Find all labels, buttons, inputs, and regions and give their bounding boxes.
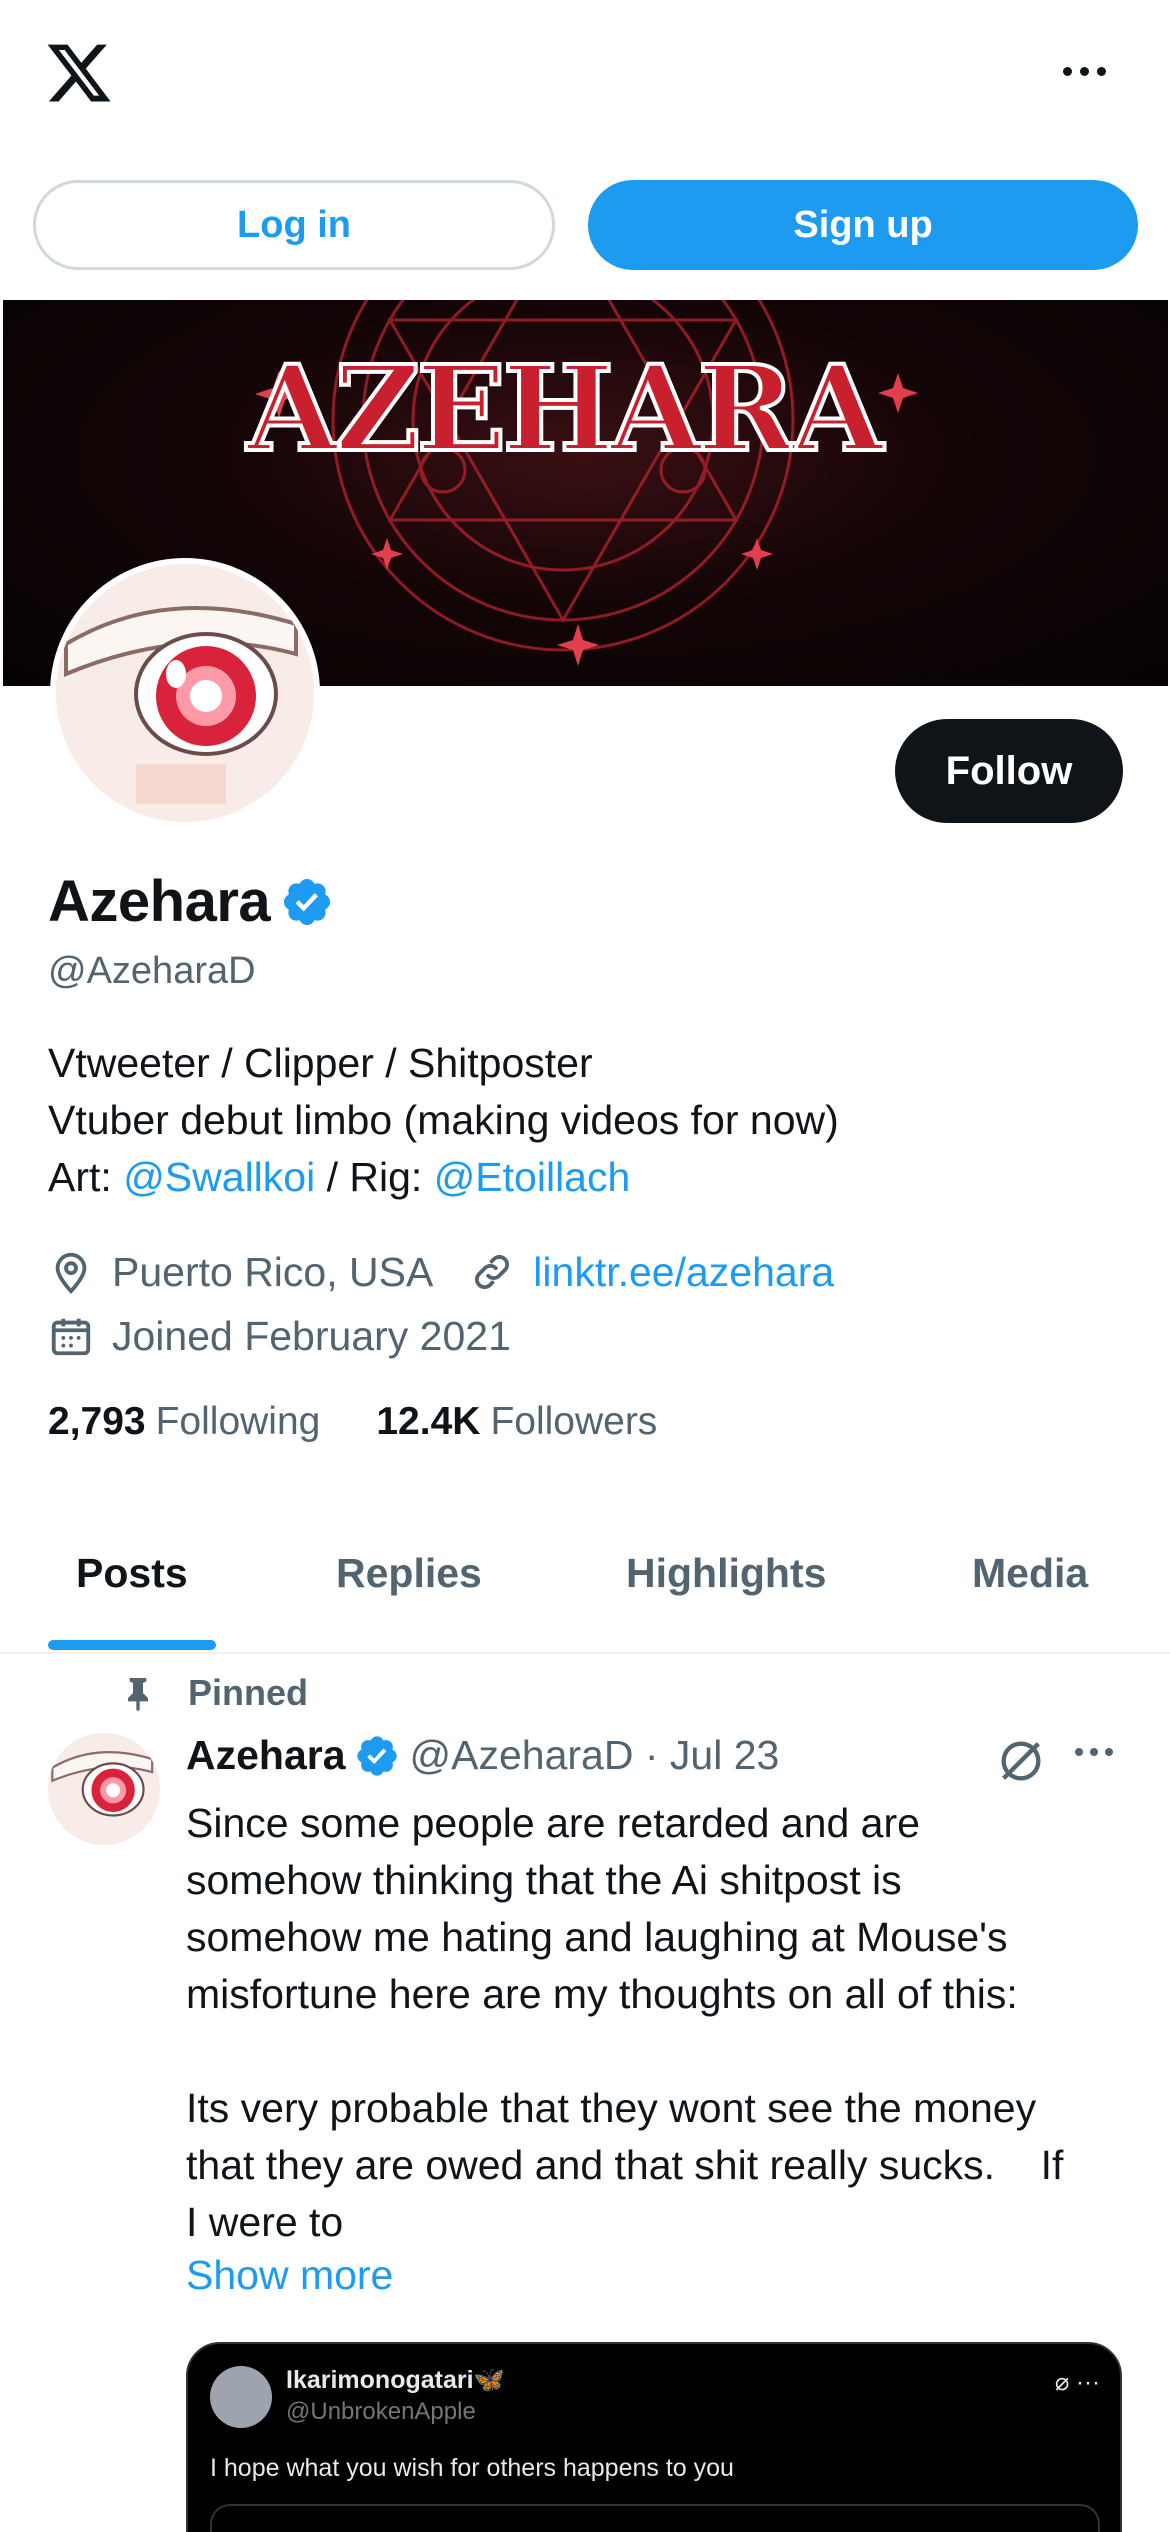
profile-handle: @AzeharaD: [48, 950, 256, 992]
followers-count: 12.4K: [376, 1400, 481, 1443]
top-bar: [0, 0, 1170, 150]
following-label: Following: [155, 1400, 321, 1443]
post-avatar-art: [48, 1733, 160, 1845]
following-stat[interactable]: 2,793 Following: [48, 1400, 320, 1444]
quoted-post[interactable]: Ikarimonogatari🦋 @UnbrokenApple ⌀ ··· I …: [186, 2342, 1122, 2532]
pinned-label: Pinned: [188, 1672, 309, 1713]
profile-meta: Puerto Rico, USA linktr.ee/azehara Joine…: [48, 1240, 834, 1368]
active-tab-indicator: [48, 1640, 216, 1650]
profile-bio: Vtweeter / Clipper / Shitposter Vtuber d…: [48, 1035, 839, 1206]
art-mention-link[interactable]: @Swallkoi: [123, 1154, 315, 1200]
signup-button[interactable]: Sign up: [588, 180, 1138, 270]
profile-name-row: Azehara: [48, 868, 334, 935]
tab-media[interactable]: Media: [972, 1550, 1088, 1597]
pin-icon: [128, 1678, 148, 1712]
website-link[interactable]: linktr.ee/azehara: [533, 1249, 834, 1296]
calendar-icon: [51, 1318, 91, 1356]
bio-line: Art: @Swallkoi / Rig: @Etoillach: [48, 1149, 839, 1206]
quote-inner-card: [210, 2504, 1100, 2532]
quote-author-handle: @UnbrokenApple: [286, 2398, 476, 2425]
show-more-link[interactable]: Show more: [186, 2252, 393, 2299]
location-text: Puerto Rico, USA: [112, 1248, 434, 1295]
verified-badge-icon[interactable]: [280, 875, 334, 929]
follow-stats: 2,793 Following 12.4K Followers: [48, 1400, 713, 1444]
pinned-indicator: Pinned: [118, 1672, 308, 1714]
bio-line: Vtuber debut limbo (making videos for no…: [48, 1097, 839, 1143]
tab-replies[interactable]: Replies: [336, 1550, 482, 1597]
followers-label: Followers: [490, 1400, 658, 1443]
quote-author-name: Ikarimonogatari🦋: [286, 2366, 505, 2394]
follow-button[interactable]: Follow: [895, 719, 1123, 823]
post-author-avatar[interactable]: [48, 1733, 160, 1845]
x-logo-icon[interactable]: [44, 38, 114, 108]
tab-highlights[interactable]: Highlights: [626, 1550, 826, 1597]
login-button[interactable]: Log in: [33, 180, 555, 270]
banner-title: AZEHARA: [246, 339, 885, 478]
display-name: Azehara: [48, 869, 271, 934]
quote-action-icons: ⌀ ···: [1054, 2369, 1100, 2396]
tab-posts[interactable]: Posts: [76, 1550, 188, 1597]
verified-badge-icon[interactable]: [354, 1733, 400, 1779]
link-icon: [475, 1255, 510, 1289]
joined-date: Joined February 2021: [112, 1312, 511, 1359]
profile-avatar[interactable]: [50, 558, 320, 828]
followers-stat[interactable]: 12.4K Followers: [376, 1400, 657, 1444]
location-icon: [55, 1252, 87, 1294]
bio-text: Art:: [48, 1154, 124, 1200]
rig-mention-link[interactable]: @Etoillach: [434, 1154, 631, 1200]
bio-text: / Rig:: [315, 1154, 434, 1200]
post-more-icon[interactable]: [1075, 1748, 1113, 1756]
quote-avatar: [210, 2366, 272, 2428]
post-text: Since some people are retarded and are s…: [186, 1800, 1064, 2245]
auth-buttons: Log in Sign up: [33, 180, 1138, 270]
post-author-name[interactable]: Azehara: [186, 1732, 346, 1779]
bio-line: Vtweeter / Clipper / Shitposter: [48, 1040, 593, 1086]
profile-tabs: Posts Replies Highlights Media: [0, 1520, 1170, 1654]
more-options-icon[interactable]: [1054, 56, 1114, 86]
following-count: 2,793: [48, 1400, 146, 1443]
avatar-art: [56, 564, 314, 822]
quote-text: I hope what you wish for others happens …: [210, 2454, 734, 2482]
post-header: Azehara @AzeharaD · Jul 23: [186, 1732, 779, 1779]
grok-icon[interactable]: [995, 1735, 1047, 1787]
post-handle-date[interactable]: @AzeharaD · Jul 23: [410, 1732, 780, 1779]
